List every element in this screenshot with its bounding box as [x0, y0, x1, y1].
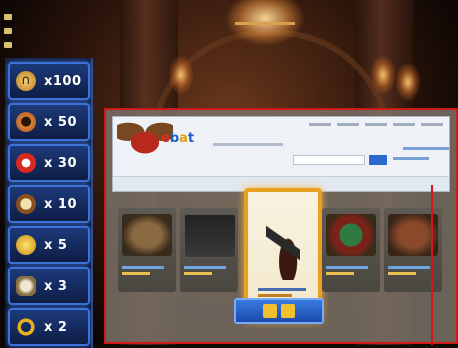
antique-treasure-icon [122, 214, 172, 256]
item-price [388, 272, 416, 275]
shop-item-card[interactable] [384, 208, 442, 292]
chandelier [225, 0, 305, 46]
shop-panel: ebat [104, 108, 458, 344]
item-quantity: x 50 [44, 114, 78, 130]
wall-torch [370, 55, 396, 95]
item-title [184, 266, 226, 269]
inventory-slot-vase[interactable]: x 3 [8, 267, 90, 305]
search-button[interactable] [369, 155, 387, 165]
stat-icon [4, 14, 12, 20]
stat-icon [4, 28, 12, 34]
embedded-browser-window: ebat [112, 116, 450, 192]
item-title [388, 266, 430, 269]
inventory-slot-gold-coins[interactable]: x 5 [8, 226, 90, 264]
stat-icon [4, 42, 12, 48]
advanced-search-link[interactable] [393, 157, 429, 160]
shop-item-card[interactable] [322, 208, 380, 292]
gold-ring-icon [16, 317, 36, 337]
category-select[interactable] [293, 155, 365, 165]
mushroom-icon [16, 153, 36, 173]
inventory-slot-horseshoe[interactable]: ∩ x100 [8, 62, 90, 100]
shop-item-card[interactable] [118, 208, 176, 292]
item-quantity: x 2 [44, 319, 68, 335]
item-quantity: x 5 [44, 237, 68, 253]
site-logo[interactable]: ebat [161, 131, 194, 146]
fruit-icon: ● [16, 112, 36, 132]
item-quantity: x 3 [44, 278, 68, 294]
inventory-panel: ∩ x100 ● x 50 x 30 x 10 x 5 x 3 x 2 [5, 58, 93, 348]
site-tagline [213, 143, 283, 146]
buy-button[interactable] [263, 304, 277, 318]
inventory-slot-mushroom[interactable]: x 30 [8, 144, 90, 182]
item-quantity: x100 [44, 73, 82, 89]
vase-icon [16, 276, 36, 296]
bid-button[interactable] [281, 304, 295, 318]
item-title [258, 288, 306, 291]
item-price [258, 294, 292, 297]
shop-item-card[interactable] [180, 208, 238, 292]
highlight-connector-line [431, 185, 433, 345]
shop-action-bar [234, 298, 324, 324]
boombox-icon [184, 214, 236, 258]
item-price [122, 272, 150, 275]
item-quantity: x 10 [44, 196, 78, 212]
site-top-nav[interactable] [309, 123, 443, 126]
item-title [326, 266, 368, 269]
item-price [326, 272, 354, 275]
gold-coins-icon [16, 235, 36, 255]
wall-torch [395, 62, 421, 102]
potted-plant-icon [326, 214, 376, 256]
stat-row [4, 10, 84, 24]
horseshoe-icon: ∩ [16, 71, 36, 91]
clock-icon [16, 194, 36, 214]
header-link[interactable] [403, 147, 449, 150]
stat-row [4, 24, 84, 38]
item-quantity: x 30 [44, 155, 78, 171]
item-title [122, 266, 164, 269]
electric-guitar-icon [266, 206, 300, 280]
shop-item-carousel [106, 188, 456, 322]
inventory-slot-fruit[interactable]: ● x 50 [8, 103, 90, 141]
stat-row [4, 38, 84, 52]
inventory-slot-clock[interactable]: x 10 [8, 185, 90, 223]
wall-torch [168, 55, 194, 95]
item-price [184, 272, 212, 275]
inventory-slot-gold-ring[interactable]: x 2 [8, 308, 90, 346]
player-stats [4, 10, 84, 52]
